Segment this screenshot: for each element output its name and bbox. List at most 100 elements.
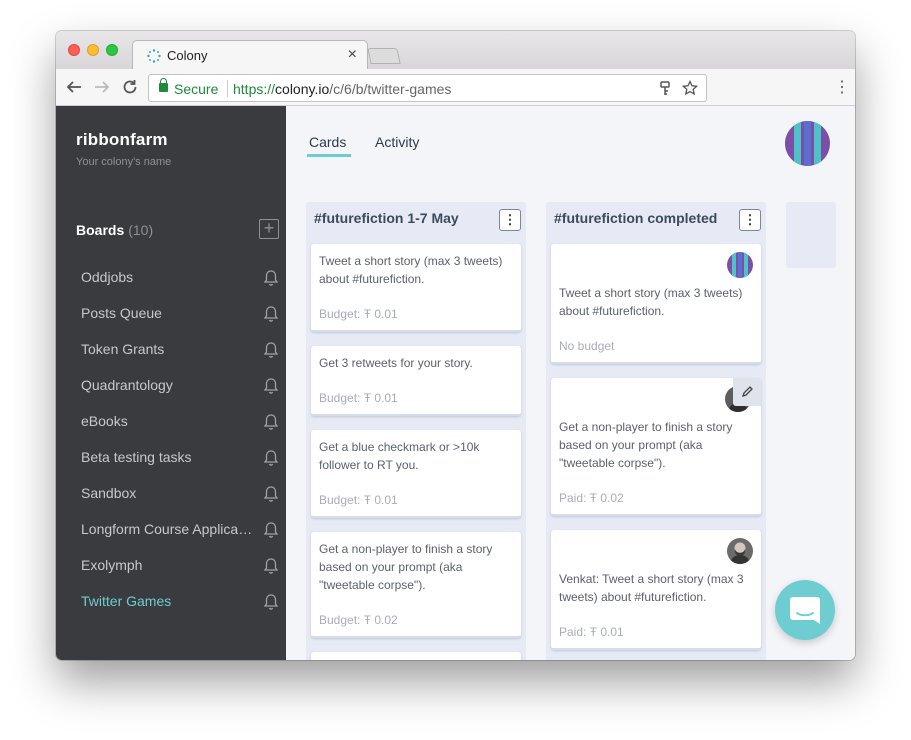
board-column: #futurefiction completed ⋮ Tweet a short… bbox=[546, 202, 766, 660]
browser-tab[interactable]: Colony × bbox=[132, 40, 368, 70]
back-arrow-icon[interactable] bbox=[66, 79, 82, 95]
main-content: Cards Activity #futurefiction 1-7 May ⋮ … bbox=[286, 106, 855, 660]
forward-arrow-icon[interactable] bbox=[94, 79, 110, 95]
card-budget: Budget: Ŧ 0.02 bbox=[319, 613, 398, 627]
task-card[interactable]: Get 3 retweets for your story. Budget: Ŧ… bbox=[311, 346, 521, 416]
board-label: Oddjobs bbox=[81, 269, 134, 285]
url-scheme: https:// bbox=[233, 81, 276, 97]
card-budget: Paid: Ŧ 0.01 bbox=[559, 625, 624, 639]
card-budget: No budget bbox=[559, 339, 615, 353]
task-card[interactable] bbox=[311, 652, 521, 660]
sidebar-board-item[interactable]: Posts Queue bbox=[81, 302, 279, 326]
title-bar: Colony × bbox=[56, 31, 855, 70]
board-label: Quadrantology bbox=[81, 377, 173, 393]
chat-support-button[interactable] bbox=[775, 580, 835, 640]
card-budget: Budget: Ŧ 0.01 bbox=[319, 307, 398, 321]
maximize-window-button[interactable] bbox=[106, 44, 118, 56]
bell-icon[interactable] bbox=[263, 413, 279, 431]
pencil-icon bbox=[741, 386, 753, 398]
key-icon[interactable] bbox=[659, 81, 671, 96]
tab-cards[interactable]: Cards bbox=[309, 134, 346, 150]
task-card[interactable]: Get a blue checkmark or >10k follower to… bbox=[311, 430, 521, 518]
new-column-placeholder[interactable] bbox=[786, 202, 836, 268]
sidebar-board-item[interactable]: Exolymph bbox=[81, 554, 279, 578]
task-card[interactable]: Tweet a short story (max 3 tweets) about… bbox=[551, 244, 761, 364]
striped-avatar-icon bbox=[727, 252, 753, 278]
sidebar-board-item[interactable]: Twitter Games bbox=[81, 590, 279, 614]
bell-icon[interactable] bbox=[263, 557, 279, 575]
url-text[interactable]: https://colony.io/c/6/b/twitter-games bbox=[233, 81, 451, 97]
tab-title: Colony bbox=[167, 48, 208, 63]
bell-icon[interactable] bbox=[263, 593, 279, 611]
sidebar-board-item[interactable]: Longform Course Applications bbox=[81, 518, 279, 542]
board-label: Posts Queue bbox=[81, 305, 162, 321]
browser-toolbar: Secure https://colony.io/c/6/b/twitter-g… bbox=[56, 69, 855, 106]
board-label: Longform Course Applications bbox=[81, 521, 253, 537]
assignee-avatar[interactable] bbox=[727, 252, 753, 278]
task-card[interactable]: Venkat: Tweet a short story (max 3 tweet… bbox=[551, 530, 761, 650]
active-tab-underline bbox=[307, 154, 351, 157]
boards-heading: Boards (10) bbox=[76, 222, 153, 238]
url-divider bbox=[227, 80, 228, 97]
task-card[interactable]: Get a non-player to finish a story based… bbox=[551, 378, 761, 516]
tab-close-icon[interactable]: × bbox=[348, 46, 357, 64]
url-host: colony.io bbox=[275, 81, 330, 97]
url-path: /c/6/b/twitter-games bbox=[329, 81, 452, 97]
sidebar: ribbonfarm Your colony's name Boards (10)… bbox=[56, 106, 286, 660]
card-text: Get a non-player to finish a story based… bbox=[559, 420, 733, 470]
task-card[interactable]: Get a non-player to finish a story based… bbox=[311, 532, 521, 638]
lock-icon bbox=[159, 78, 168, 92]
card-text: Tweet a short story (max 3 tweets) about… bbox=[319, 254, 503, 286]
edit-card-button[interactable] bbox=[733, 378, 761, 406]
browser-menu-icon[interactable]: ⋮ bbox=[834, 77, 850, 97]
bell-icon[interactable] bbox=[263, 377, 279, 395]
chat-bubble-icon bbox=[790, 597, 820, 624]
board-column: #futurefiction 1-7 May ⋮ Tweet a short s… bbox=[306, 202, 526, 660]
column-title[interactable]: #futurefiction 1-7 May bbox=[314, 210, 459, 226]
bell-icon[interactable] bbox=[263, 521, 279, 539]
bell-icon[interactable] bbox=[263, 269, 279, 287]
column-menu-button[interactable]: ⋮ bbox=[739, 209, 761, 231]
new-tab-button[interactable] bbox=[367, 48, 401, 64]
tab-activity[interactable]: Activity bbox=[375, 134, 419, 150]
sidebar-board-item[interactable]: Token Grants bbox=[81, 338, 279, 362]
minimize-window-button[interactable] bbox=[87, 44, 99, 56]
card-budget: Budget: Ŧ 0.01 bbox=[319, 391, 398, 405]
task-card[interactable]: Tweet a short story (max 3 tweets) about… bbox=[311, 244, 521, 332]
close-window-button[interactable] bbox=[68, 44, 80, 56]
sidebar-board-item[interactable]: Oddjobs bbox=[81, 266, 279, 290]
card-budget: Paid: Ŧ 0.02 bbox=[559, 491, 624, 505]
column-menu-button[interactable]: ⋮ bbox=[499, 209, 521, 231]
window-controls bbox=[68, 44, 118, 56]
board-label: Token Grants bbox=[81, 341, 165, 357]
striped-avatar-icon bbox=[785, 121, 830, 166]
card-text: Venkat: Tweet a short story (max 3 tweet… bbox=[559, 572, 744, 604]
bell-icon[interactable] bbox=[263, 341, 279, 359]
card-text: Get a blue checkmark or >10k follower to… bbox=[319, 440, 480, 472]
sidebar-board-item[interactable]: Beta testing tasks bbox=[81, 446, 279, 470]
card-budget: Budget: Ŧ 0.01 bbox=[319, 493, 398, 507]
sidebar-board-item[interactable]: Sandbox bbox=[81, 482, 279, 506]
bell-icon[interactable] bbox=[263, 305, 279, 323]
bell-icon[interactable] bbox=[263, 485, 279, 503]
secure-label: Secure bbox=[174, 81, 219, 97]
colony-favicon-icon bbox=[147, 49, 161, 63]
bookmark-star-icon[interactable] bbox=[682, 80, 698, 96]
board-label: Beta testing tasks bbox=[81, 449, 192, 465]
bell-icon[interactable] bbox=[263, 449, 279, 467]
colony-name[interactable]: ribbonfarm bbox=[76, 130, 168, 150]
sidebar-board-item[interactable]: Quadrantology bbox=[81, 374, 279, 398]
address-bar[interactable]: Secure https://colony.io/c/6/b/twitter-g… bbox=[148, 74, 707, 102]
user-avatar[interactable] bbox=[785, 121, 830, 166]
boards-label: Boards bbox=[76, 222, 125, 238]
browser-window: Colony × Secure https://colony.io/c/6/b/… bbox=[56, 31, 855, 660]
board-label: eBooks bbox=[81, 413, 128, 429]
colony-subtitle: Your colony's name bbox=[76, 156, 172, 168]
add-board-button[interactable]: + bbox=[259, 219, 279, 239]
photo-avatar-icon bbox=[727, 538, 753, 564]
column-title[interactable]: #futurefiction completed bbox=[554, 210, 717, 226]
assignee-avatar[interactable] bbox=[727, 538, 753, 564]
reload-icon[interactable] bbox=[122, 79, 138, 95]
sidebar-board-item[interactable]: eBooks bbox=[81, 410, 279, 434]
card-text: Tweet a short story (max 3 tweets) about… bbox=[559, 286, 743, 318]
